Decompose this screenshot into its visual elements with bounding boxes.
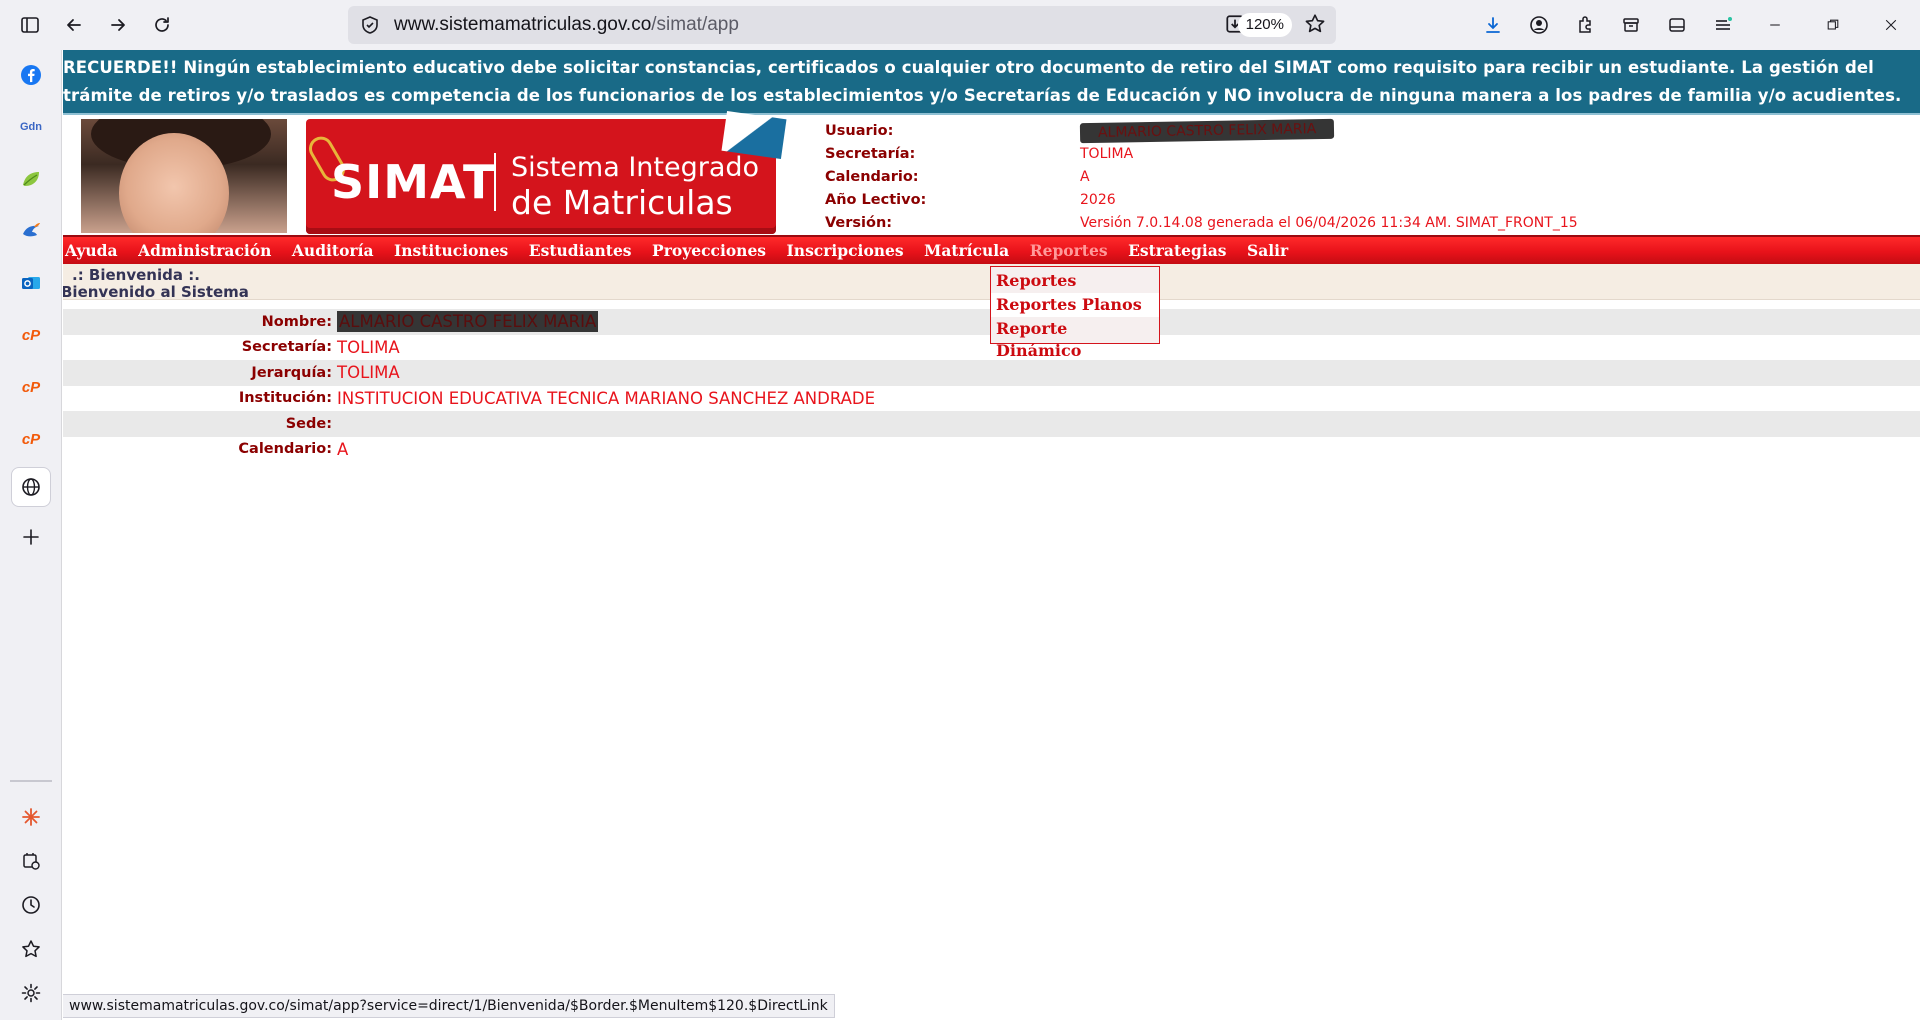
logo-line-2: de Matriculas: [511, 183, 733, 222]
restore-icon[interactable]: [1804, 0, 1862, 50]
logo-divider: [494, 153, 496, 211]
menu-item-estrategias[interactable]: Estrategias: [1128, 241, 1226, 260]
facebook-icon[interactable]: [11, 55, 51, 95]
account-icon[interactable]: [1516, 3, 1562, 47]
shield-icon[interactable]: [358, 13, 382, 37]
browser-sidebar: Gdn cP cP cP: [0, 50, 62, 1020]
info-row-version: Versión: Versión 7.0.14.08 generada el 0…: [825, 211, 1578, 234]
detail-label: Sede:: [285, 415, 332, 432]
sidebar-divider: [10, 780, 52, 782]
detail-value-jerarquia: TOLIMA: [337, 363, 400, 383]
page-header: SIMAT Sistema Integrado de Matriculas Us…: [63, 111, 1920, 235]
sidebar-toggle-icon[interactable]: [8, 3, 52, 47]
back-arrow-icon[interactable]: [52, 3, 96, 47]
url-text[interactable]: www.sistemamatriculas.gov.co/simat/app: [394, 14, 739, 36]
detail-value-institucion: INSTITUCION EDUCATIVA TECNICA MARIANO SA…: [337, 388, 876, 408]
detail-value-calendario: A: [337, 439, 349, 459]
reload-icon[interactable]: [140, 3, 184, 47]
page-content: RECUERDE!! Ningún establecimiento educat…: [63, 50, 1920, 1020]
globe-icon[interactable]: [11, 467, 51, 507]
gear-icon[interactable]: [11, 973, 51, 1013]
address-bar[interactable]: www.sistemamatriculas.gov.co/simat/app 1…: [348, 6, 1336, 44]
gdn-icon[interactable]: Gdn: [11, 107, 51, 147]
info-value-calendario: A: [1080, 168, 1090, 185]
info-label: Versión:: [825, 214, 893, 231]
menu-item-ayuda[interactable]: Ayuda: [65, 241, 118, 260]
table-row: Calendario: A: [63, 436, 1920, 462]
status-bar-url: www.sistemamatriculas.gov.co/simat/app?s…: [63, 994, 835, 1018]
detail-label: Institución:: [238, 390, 332, 407]
info-value-usuario: ALMARIO CASTRO FELIX MARIA: [1079, 118, 1335, 143]
history-sync-icon[interactable]: [11, 841, 51, 881]
menu-item-matricula[interactable]: Matrícula: [924, 241, 1009, 260]
bird-icon[interactable]: [11, 211, 51, 251]
menu-item-administracion[interactable]: Administración: [138, 241, 271, 260]
notice-banner: RECUERDE!! Ningún establecimiento educat…: [63, 50, 1920, 113]
cp-icon[interactable]: cP: [11, 315, 51, 355]
leaf-icon[interactable]: [11, 159, 51, 199]
star-icon[interactable]: [11, 929, 51, 969]
student-photo: [79, 117, 289, 235]
detail-label: Jerarquía:: [251, 364, 332, 381]
detail-label: Nombre:: [261, 313, 332, 330]
table-row: Jerarquía: TOLIMA: [63, 360, 1920, 386]
dropdown-item-reportes[interactable]: Reportes: [991, 269, 1159, 293]
dropdown-item-reporte-dinamico[interactable]: Reporte Dinámico: [991, 317, 1159, 360]
detail-label: Secretaría:: [241, 339, 332, 356]
menu-item-instituciones[interactable]: Instituciones: [394, 241, 508, 260]
menu-item-proyecciones[interactable]: Proyecciones: [652, 241, 766, 260]
toolbar-right: [1470, 0, 1920, 50]
browser-toolbar: www.sistemamatriculas.gov.co/simat/app 1…: [0, 0, 1920, 50]
info-row-secretaria: Secretaría: TOLIMA: [825, 142, 1578, 165]
info-value-version: Versión 7.0.14.08 generada el 06/04/2026…: [1080, 214, 1578, 231]
bookmark-star-icon[interactable]: [1304, 13, 1328, 37]
reportes-dropdown: Reportes Reportes Planos Reporte Dinámic…: [990, 266, 1160, 360]
info-label: Secretaría:: [825, 145, 916, 162]
page-title: .: Bienvenida :.: [72, 266, 200, 284]
cp-icon-3[interactable]: cP: [11, 419, 51, 459]
tab-view-icon[interactable]: [1654, 3, 1700, 47]
extensions-icon[interactable]: [1562, 3, 1608, 47]
menu-item-inscripciones[interactable]: Inscripciones: [787, 241, 904, 260]
menu-icon[interactable]: [1700, 3, 1746, 47]
logo-simat-text: SIMAT: [331, 155, 496, 209]
forward-arrow-icon[interactable]: [96, 3, 140, 47]
minimize-icon[interactable]: [1746, 0, 1804, 50]
info-row-usuario: Usuario: ALMARIO CASTRO FELIX MARIA: [825, 118, 1578, 143]
menu-item-reportes[interactable]: Reportes: [1030, 241, 1108, 260]
outlook-icon[interactable]: [11, 263, 51, 303]
info-label: Usuario:: [825, 122, 894, 139]
table-row: Institución: INSTITUCION EDUCATIVA TECNI…: [63, 385, 1920, 411]
url-path: /simat/app: [651, 14, 739, 35]
container-icon[interactable]: [1608, 3, 1654, 47]
zoom-level-badge[interactable]: 120%: [1237, 13, 1292, 37]
url-host: www.sistemamatriculas.gov.co: [394, 14, 652, 35]
add-icon[interactable]: [11, 517, 51, 557]
page-subtitle: Bienvenido al Sistema: [63, 283, 249, 301]
logo-line-1: Sistema Integrado: [511, 152, 760, 183]
info-label: Año Lectivo:: [825, 191, 927, 208]
info-row-ano-lectivo: Año Lectivo: 2026: [825, 188, 1578, 211]
detail-label: Calendario:: [238, 441, 332, 458]
clock-icon[interactable]: [11, 885, 51, 925]
dropdown-item-reportes-planos[interactable]: Reportes Planos: [991, 293, 1159, 317]
info-label: Calendario:: [825, 168, 919, 185]
session-info: Usuario: ALMARIO CASTRO FELIX MARIA Secr…: [825, 118, 1578, 234]
cp-icon-2[interactable]: cP: [11, 367, 51, 407]
simat-logo: SIMAT Sistema Integrado de Matriculas: [79, 111, 787, 235]
info-value-secretaria: TOLIMA: [1080, 145, 1134, 162]
download-icon[interactable]: [1470, 3, 1516, 47]
main-menu: Ayuda Administración Auditoría Instituci…: [63, 235, 1920, 264]
menu-item-auditoria[interactable]: Auditoría: [292, 241, 374, 260]
table-row: Sede:: [63, 411, 1920, 437]
info-row-calendario: Calendario: A: [825, 165, 1578, 188]
ai-sparkle-icon[interactable]: [11, 797, 51, 837]
info-value-ano-lectivo: 2026: [1080, 191, 1116, 208]
menu-item-estudiantes[interactable]: Estudiantes: [529, 241, 632, 260]
close-icon[interactable]: [1862, 0, 1920, 50]
menu-item-salir[interactable]: Salir: [1247, 241, 1288, 260]
detail-value-nombre: ALMARIO CASTRO FELIX MARIA: [337, 311, 599, 333]
detail-value-secretaria: TOLIMA: [337, 337, 400, 357]
